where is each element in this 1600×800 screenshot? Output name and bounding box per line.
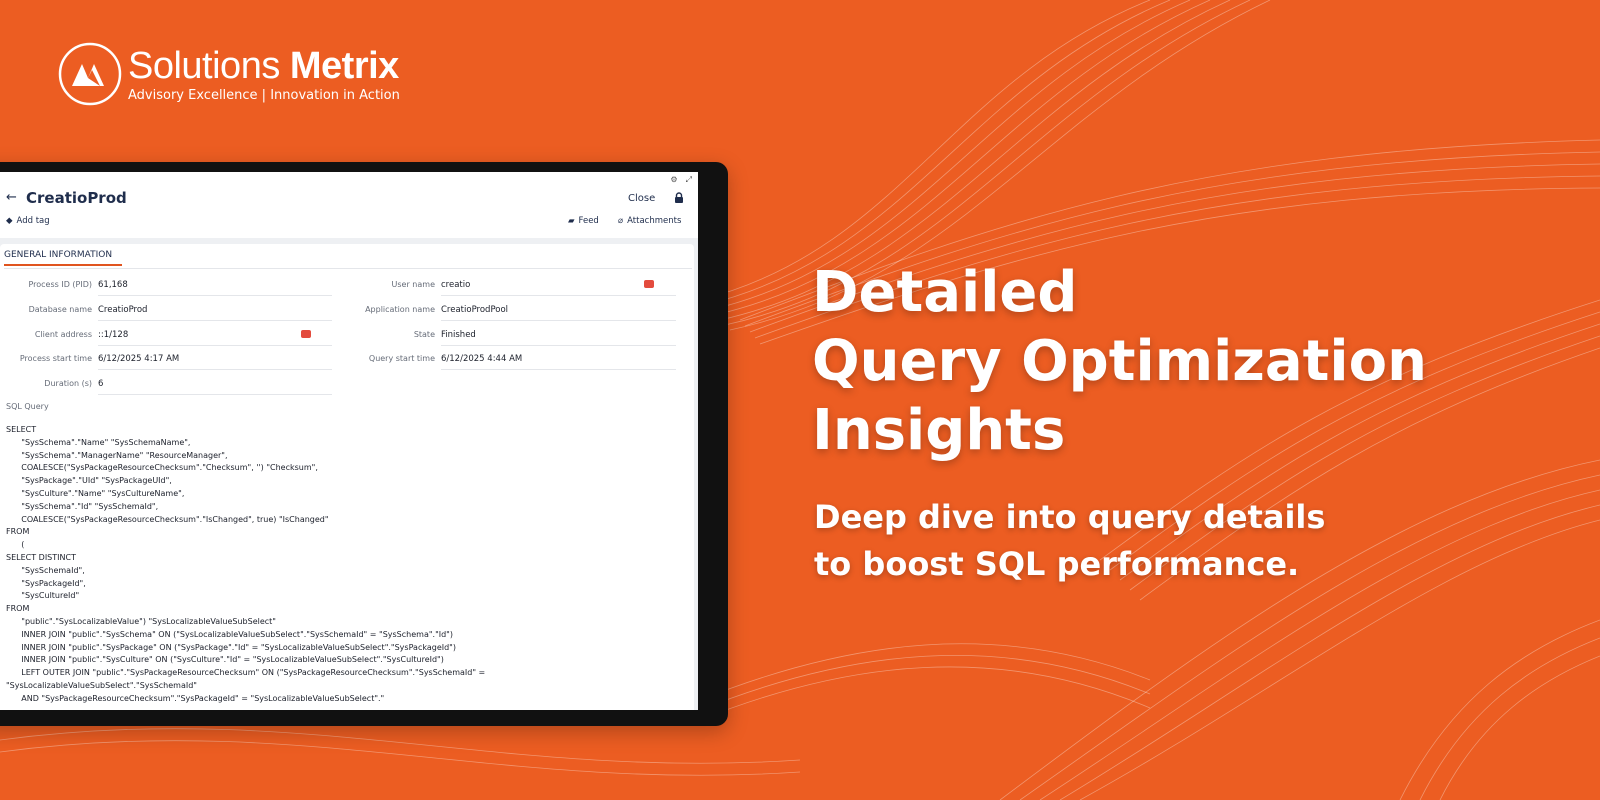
copy-icon[interactable] <box>301 330 311 338</box>
sql-line: COALESCE("SysPackageResourceChecksum"."I… <box>6 514 329 524</box>
feed-icon: ▰ <box>568 216 575 226</box>
sql-line: SELECT <box>6 425 37 434</box>
sql-line: "SysSchema"."Name" "SysSchemaName", <box>6 437 191 447</box>
sql-line: "SysSchema"."Id" "SysSchemaId", <box>6 501 159 511</box>
brand: Solutions Metrix Advisory Excellence | I… <box>58 42 400 106</box>
hero-title: Detailed Query Optimization Insights <box>812 258 1427 465</box>
add-tag-button[interactable]: ◆ Add tag <box>6 216 50 226</box>
sql-line: "public"."SysLocalizableValue") "SysLoca… <box>6 616 276 626</box>
state-value[interactable]: Finished <box>441 330 676 346</box>
process-start-value[interactable]: 6/12/2025 4:17 AM <box>98 354 332 370</box>
brand-name: Solutions Metrix <box>128 46 400 86</box>
tab-divider <box>4 268 692 269</box>
query-start-value[interactable]: 6/12/2025 4:44 AM <box>441 354 676 370</box>
feed-button[interactable]: ▰ Feed <box>568 216 599 226</box>
hero-title-line: Query Optimization <box>812 329 1427 394</box>
record-header: ⚙ ⤢ ← CreatioProd Close ◆ Add tag ▰ Feed… <box>0 172 698 238</box>
brand-logo-icon <box>58 42 122 106</box>
sql-line: INNER JOIN "public"."SysSchema" ON ("Sys… <box>6 629 453 639</box>
app-screen: ⚙ ⤢ ← CreatioProd Close ◆ Add tag ▰ Feed… <box>0 172 698 710</box>
attachments-button[interactable]: ⌀ Attachments <box>618 216 681 226</box>
hero-subtitle: Deep dive into query details to boost SQ… <box>814 494 1325 588</box>
duration-label: Duration (s) <box>44 379 92 388</box>
brand-tagline: Advisory Excellence | Innovation in Acti… <box>128 87 400 103</box>
hero-title-line: Detailed <box>812 260 1078 325</box>
tag-icon: ◆ <box>6 216 13 226</box>
brand-name-bold: Metrix <box>289 44 399 87</box>
sql-line: FROM <box>6 527 30 537</box>
back-arrow-icon[interactable]: ← <box>6 190 17 205</box>
sql-line: "SysSchemaId", <box>6 565 85 575</box>
hero-subtitle-line: Deep dive into query details <box>814 498 1326 536</box>
pid-value[interactable]: 61,168 <box>98 280 332 296</box>
sql-line: LEFT OUTER JOIN "public"."SysPackageReso… <box>6 668 486 678</box>
state-label: State <box>413 330 435 339</box>
record-title: CreatioProd <box>26 189 127 207</box>
sql-line: ( <box>6 540 25 550</box>
settings-icon[interactable]: ⚙ <box>670 175 677 185</box>
add-tag-label: Add tag <box>16 216 50 226</box>
sql-query-label: SQL Query <box>6 402 49 411</box>
brand-name-light: Solutions <box>128 44 280 87</box>
sql-line: INNER JOIN "public"."SysPackage" ON ("Sy… <box>6 642 456 652</box>
sql-line: "SysSchema"."ManagerName" "ResourceManag… <box>6 450 228 460</box>
pid-label: Process ID (PID) <box>28 280 92 289</box>
hero-subtitle-line: to boost SQL performance. <box>814 545 1300 583</box>
sql-line: "SysLocalizableValueSubSelect"."SysSchem… <box>6 680 197 690</box>
sql-line: COALESCE("SysPackageResourceChecksum"."C… <box>6 463 318 473</box>
sql-line: FROM <box>6 604 30 614</box>
tab-general-information[interactable]: GENERAL INFORMATION <box>4 250 122 266</box>
client-value[interactable]: ::1/128 <box>98 330 332 346</box>
general-info-panel: GENERAL INFORMATION Process ID (PID) 61,… <box>0 244 694 710</box>
paperclip-icon: ⌀ <box>618 216 624 226</box>
process-start-label: Process start time <box>19 354 92 363</box>
app-value[interactable]: CreatioProdPool <box>441 305 676 321</box>
sql-query-text[interactable]: SELECT "SysSchema"."Name" "SysSchemaName… <box>6 424 686 706</box>
db-label: Database name <box>28 305 92 314</box>
sql-line: SELECT DISTINCT <box>6 552 76 562</box>
feed-label: Feed <box>578 216 599 226</box>
sql-line: "SysPackageId", <box>6 578 86 588</box>
user-label: User name <box>391 280 435 289</box>
lock-icon[interactable] <box>672 191 686 205</box>
sql-line: "SysPackage"."UId" "SysPackageUId", <box>6 476 172 486</box>
user-value[interactable]: creatio <box>441 280 676 296</box>
device-frame: ⚙ ⤢ ← CreatioProd Close ◆ Add tag ▰ Feed… <box>0 162 728 726</box>
window-controls: ⚙ ⤢ <box>670 175 692 185</box>
copy-icon[interactable] <box>644 280 654 288</box>
sql-line: "SysCultureId" <box>6 591 80 601</box>
query-start-label: Query start time <box>368 354 435 363</box>
attachments-label: Attachments <box>627 216 682 226</box>
db-value[interactable]: CreatioProd <box>98 305 332 321</box>
sql-line: INNER JOIN "public"."SysCulture" ON ("Sy… <box>6 655 444 665</box>
hero-title-line: Insights <box>812 398 1066 463</box>
expand-icon[interactable]: ⤢ <box>686 175 692 185</box>
app-label: Application name <box>365 305 435 314</box>
duration-value[interactable]: 6 <box>98 379 332 395</box>
sql-line: "SysCulture"."Name" "SysCultureName", <box>6 488 185 498</box>
close-button[interactable]: Close <box>628 193 655 204</box>
client-label: Client address <box>34 330 92 339</box>
sql-line: AND "SysPackageResourceChecksum"."SysPac… <box>6 693 385 703</box>
